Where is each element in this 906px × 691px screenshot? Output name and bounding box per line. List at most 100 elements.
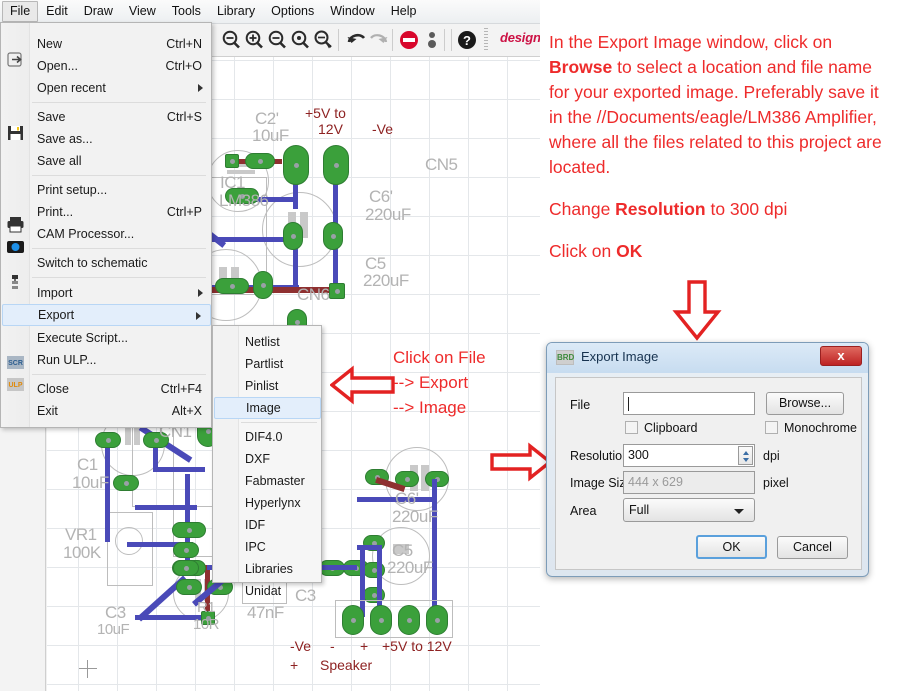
help-icon[interactable]: ? (456, 29, 478, 51)
monochrome-checkbox[interactable] (765, 421, 778, 434)
redo-icon[interactable] (368, 29, 390, 51)
pcb-label: CN5 (425, 155, 458, 175)
file-menu-item-new[interactable]: New Ctrl+N (31, 33, 212, 55)
text-run-bold: Resolution (615, 199, 705, 219)
export-item-unidat[interactable]: Unidat (240, 580, 320, 602)
menu-edit[interactable]: Edit (38, 1, 76, 22)
file-menu-item-import[interactable]: Import (31, 282, 212, 304)
silkscreen-outline (115, 527, 143, 555)
chevron-right-icon (196, 312, 201, 320)
pad (176, 579, 202, 595)
file-menu-item-run-ulp[interactable]: Run ULP... (31, 349, 212, 371)
pad (342, 605, 364, 635)
file-menu-item-open[interactable]: Open... Ctrl+O (31, 55, 212, 77)
file-menu-item-save-as[interactable]: Save as... (31, 128, 212, 150)
stop-icon[interactable] (398, 29, 420, 51)
area-dropdown[interactable]: Full (623, 498, 755, 522)
menu-separator (32, 102, 206, 103)
export-item-partlist[interactable]: Partlist (240, 353, 320, 375)
instruction-paragraph-3: Click on OK (549, 239, 894, 264)
net-label: +5V to (305, 105, 346, 121)
pad (425, 471, 449, 487)
zoom-in-icon[interactable] (243, 29, 265, 51)
drc-icon[interactable] (421, 29, 443, 51)
menu-item-label: Open... (37, 59, 78, 73)
file-menu-item-print-setup[interactable]: Print setup... (31, 179, 212, 201)
menu-window[interactable]: Window (322, 1, 382, 22)
file-menu-item-print[interactable]: Print... Ctrl+P (31, 201, 212, 223)
dialog-title-bar[interactable]: BRD Export Image x (547, 343, 868, 373)
file-menu-item-exit[interactable]: Exit Alt+X (31, 400, 212, 422)
pcb-label: IC1 (220, 173, 245, 193)
menu-view[interactable]: View (121, 1, 164, 22)
ok-button[interactable]: OK (696, 535, 767, 559)
toolbar-grip-2[interactable] (484, 28, 488, 52)
resolution-input[interactable]: 300 (623, 444, 755, 467)
file-input[interactable] (623, 392, 755, 415)
zoom-fit-icon[interactable] (220, 29, 242, 51)
menu-item-shortcut: Ctrl+P (167, 201, 202, 223)
zoom-redraw-icon[interactable] (312, 29, 334, 51)
export-item-dif40[interactable]: DIF4.0 (240, 426, 320, 448)
origin-crosshair (79, 660, 97, 678)
export-item-image[interactable]: Image (214, 397, 321, 419)
pad (173, 560, 199, 576)
image-size-unit-label: pixel (763, 476, 789, 490)
zoom-select-icon[interactable] (289, 29, 311, 51)
file-menu-item-open-recent[interactable]: Open recent (31, 77, 212, 99)
menu-options[interactable]: Options (263, 1, 322, 22)
zoom-out-icon[interactable] (266, 29, 288, 51)
export-item-fabmaster[interactable]: Fabmaster (240, 470, 320, 492)
net-label: -Ve (372, 121, 393, 137)
menu-tools[interactable]: Tools (164, 1, 209, 22)
pcb-label: C3 (105, 603, 126, 623)
browse-button[interactable]: Browse... (766, 392, 844, 415)
pcb-label: 47nF (247, 603, 284, 623)
chevron-down-icon (743, 458, 749, 462)
note-line-1: Click on File (393, 345, 486, 370)
undo-icon[interactable] (345, 29, 367, 51)
file-menu-popup[interactable]: SCR ULP New Ctrl+N Open... Ctrl+O Open r… (0, 22, 212, 428)
pcb-label: LM386 (219, 191, 268, 211)
file-menu-item-close[interactable]: Close Ctrl+F4 (31, 378, 212, 400)
menu-library[interactable]: Library (209, 1, 263, 22)
file-menu-item-switch-to-schematic[interactable]: Switch to schematic (31, 252, 212, 274)
export-item-libraries[interactable]: Libraries (240, 558, 320, 580)
export-image-dialog[interactable]: BRD Export Image x File Browse... Clipbo… (546, 342, 869, 577)
menu-draw[interactable]: Draw (76, 1, 121, 22)
export-item-hyperlynx[interactable]: Hyperlynx (240, 492, 320, 514)
file-menu-item-save[interactable]: Save Ctrl+S (31, 106, 212, 128)
export-submenu-popup[interactable]: Netlist Partlist Pinlist Image DIF4.0 DX… (212, 325, 322, 583)
pad (245, 153, 275, 169)
menu-item-label: Image (246, 401, 281, 415)
export-item-netlist[interactable]: Netlist (240, 331, 320, 353)
net-label: +5V to 12V (382, 638, 452, 654)
export-item-ipc[interactable]: IPC (240, 536, 320, 558)
export-item-pinlist[interactable]: Pinlist (240, 375, 320, 397)
resolution-value: 300 (628, 448, 649, 462)
file-menu-item-execute-script[interactable]: Execute Script... (31, 327, 212, 349)
export-item-dxf[interactable]: DXF (240, 448, 320, 470)
pad (283, 145, 309, 185)
export-item-idf[interactable]: IDF (240, 514, 320, 536)
pcb-label: 10R (193, 616, 219, 633)
menu-help[interactable]: Help (383, 1, 425, 22)
menu-separator (32, 374, 206, 375)
file-menu-item-export[interactable]: Export (2, 304, 211, 326)
resolution-stepper[interactable] (738, 446, 753, 465)
clipboard-label: Clipboard (644, 421, 698, 435)
menu-item-label: Libraries (245, 562, 293, 576)
menu-item-label: Switch to schematic (37, 256, 147, 270)
file-menu-item-save-all[interactable]: Save all (31, 150, 212, 172)
clipboard-checkbox[interactable] (625, 421, 638, 434)
pad (113, 475, 139, 491)
menu-item-label: Save all (37, 154, 81, 168)
close-icon[interactable]: x (820, 346, 862, 366)
print-icon (6, 215, 25, 234)
cancel-button[interactable]: Cancel (777, 536, 848, 559)
net-label: Speaker (320, 657, 372, 673)
menu-file[interactable]: File (2, 1, 38, 22)
menu-item-label: Export (38, 308, 74, 322)
menu-separator (32, 277, 206, 278)
file-menu-item-cam-processor[interactable]: CAM Processor... (31, 223, 212, 245)
